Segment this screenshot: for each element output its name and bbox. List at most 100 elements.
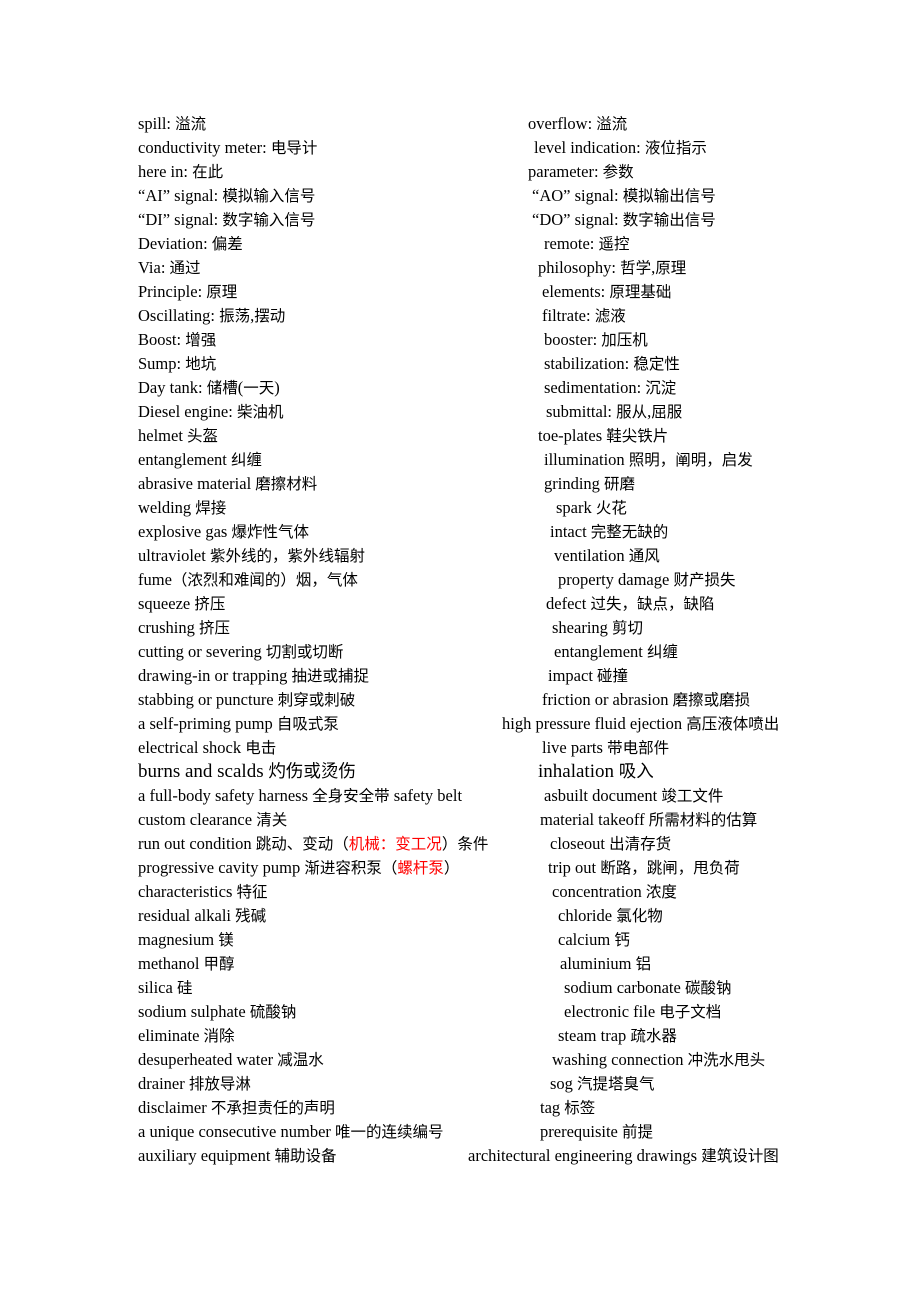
glossary-term-right: stabilization: 稳定性 — [544, 354, 680, 373]
glossary-row: spill: 溢流 overflow: 溢流 — [138, 112, 782, 136]
glossary-term-right: sog 汽提塔臭气 — [550, 1074, 655, 1093]
glossary-term-right: overflow: 溢流 — [528, 114, 628, 133]
glossary-list: spill: 溢流 overflow: 溢流 conductivity meter:… — [138, 112, 782, 1168]
glossary-term-left: abrasive material 磨擦材料 — [138, 474, 318, 493]
glossary-row: electrical shock 电击 live parts 带电部件 — [138, 736, 782, 760]
glossary-term-right: architectural engineering drawings 建筑设计图 — [468, 1146, 779, 1165]
glossary-term-left: Via: 通过 — [138, 258, 201, 277]
glossary-row: cutting or severing 切割或切断 entanglement 纠缠 — [138, 640, 782, 664]
glossary-term-right: property damage 财产损失 — [558, 570, 736, 589]
glossary-term-right: shearing 剪切 — [552, 618, 644, 637]
glossary-term-left: a self-priming pump 自吸式泵 — [138, 714, 339, 733]
glossary-row: characteristics 特征 concentration 浓度 — [138, 880, 782, 904]
glossary-term-right: live parts 带电部件 — [542, 738, 670, 757]
glossary-term-right: steam trap 疏水器 — [558, 1026, 677, 1045]
glossary-term-right: “DO” signal: 数字输出信号 — [532, 210, 716, 229]
glossary-term-right: illumination 照明，阐明，启发 — [544, 450, 753, 469]
glossary-term-left: ultraviolet 紫外线的，紫外线辐射 — [138, 546, 365, 565]
glossary-row: “AI” signal: 模拟输入信号 “AO” signal: 模拟输出信号 — [138, 184, 782, 208]
glossary-row: a self-priming pump 自吸式泵 high pressure fl… — [138, 712, 782, 736]
glossary-term-left: auxiliary equipment 辅助设备 — [138, 1146, 337, 1165]
glossary-term-left: disclaimer 不承担责任的声明 — [138, 1098, 335, 1117]
glossary-term-left: residual alkali 残碱 — [138, 906, 267, 925]
glossary-term-left: welding 焊接 — [138, 498, 227, 517]
glossary-term-right: filtrate: 滤液 — [542, 306, 626, 325]
glossary-term-left: methanol 甲醇 — [138, 954, 235, 973]
glossary-row: custom clearance 清关 material takeoff 所需材料… — [138, 808, 782, 832]
glossary-row: a full-body safety harness 全身安全带 safety … — [138, 784, 782, 808]
glossary-term-left: electrical shock 电击 — [138, 738, 277, 757]
glossary-term-right: “AO” signal: 模拟输出信号 — [532, 186, 716, 205]
glossary-row: stabbing or puncture 刺穿或刺破 friction or ab… — [138, 688, 782, 712]
glossary-row: here in: 在此 parameter: 参数 — [138, 160, 782, 184]
glossary-term-right: sodium carbonate 碳酸钠 — [564, 978, 732, 997]
glossary-term-right: concentration 浓度 — [552, 882, 677, 901]
glossary-term-left: drainer 排放导淋 — [138, 1074, 251, 1093]
glossary-term-left: eliminate 消除 — [138, 1026, 235, 1045]
glossary-row: desuperheated water 减温水 washing connectio… — [138, 1048, 782, 1072]
glossary-term-left: spill: 溢流 — [138, 114, 207, 133]
glossary-row: silica 硅 sodium carbonate 碳酸钠 — [138, 976, 782, 1000]
glossary-term-left: here in: 在此 — [138, 162, 224, 181]
glossary-row: Principle: 原理 elements: 原理基础 — [138, 280, 782, 304]
glossary-row: a unique consecutive number 唯一的连续编号 prere… — [138, 1120, 782, 1144]
glossary-row: fume（浓烈和难闻的）烟，气体 property damage 财产损失 — [138, 568, 782, 592]
document-page: spill: 溢流 overflow: 溢流 conductivity meter:… — [0, 0, 920, 1302]
glossary-term-left: Oscillating: 振荡,摆动 — [138, 306, 286, 325]
glossary-term-right: remote: 遥控 — [544, 234, 630, 253]
glossary-term-right: asbuilt document 竣工文件 — [544, 786, 724, 805]
glossary-term-right: chloride 氯化物 — [558, 906, 663, 925]
glossary-term-right: intact 完整无缺的 — [550, 522, 669, 541]
glossary-term-right: elements: 原理基础 — [542, 282, 672, 301]
glossary-term-left: a full-body safety harness 全身安全带 safety … — [138, 786, 463, 805]
glossary-term-right: electronic file 电子文档 — [564, 1002, 722, 1021]
glossary-term-right: booster: 加压机 — [544, 330, 648, 349]
glossary-term-right: friction or abrasion 磨擦或磨损 — [542, 690, 751, 709]
glossary-term-left: a unique consecutive number 唯一的连续编号 — [138, 1122, 444, 1141]
glossary-row: run out condition 跳动、变动（机械：变工况）条件 closeou… — [138, 832, 782, 856]
glossary-term-right: defect 过失，缺点，缺陷 — [546, 594, 715, 613]
glossary-term-left: explosive gas 爆炸性气体 — [138, 522, 309, 541]
glossary-term-right: sedimentation: 沉淀 — [544, 378, 677, 397]
glossary-term-right: level indication: 液位指示 — [534, 138, 707, 157]
glossary-term-left: fume（浓烈和难闻的）烟，气体 — [138, 570, 358, 589]
glossary-row: helmet 头盔 toe-plates 鞋尖铁片 — [138, 424, 782, 448]
glossary-term-left: desuperheated water 减温水 — [138, 1050, 324, 1069]
glossary-term-left: magnesium 镁 — [138, 930, 234, 949]
glossary-term-left: Principle: 原理 — [138, 282, 238, 301]
glossary-row: Boost: 增强 booster: 加压机 — [138, 328, 782, 352]
glossary-term-left: characteristics 特征 — [138, 882, 268, 901]
glossary-term-left: progressive cavity pump 渐进容积泵（螺杆泵） — [138, 858, 460, 877]
glossary-term-left: Boost: 增强 — [138, 330, 217, 349]
glossary-row: Day tank: 储槽(一天) sedimentation: 沉淀 — [138, 376, 782, 400]
glossary-row: “DI” signal: 数字输入信号 “DO” signal: 数字输出信号 — [138, 208, 782, 232]
glossary-term-right: high pressure fluid ejection 高压液体喷出 — [502, 714, 780, 733]
glossary-term-right: prerequisite 前提 — [540, 1122, 654, 1141]
glossary-term-left: “AI” signal: 模拟输入信号 — [138, 186, 316, 205]
glossary-term-left: crushing 挤压 — [138, 618, 230, 637]
glossary-term-left: conductivity meter: 电导计 — [138, 138, 318, 157]
glossary-row: crushing 挤压 shearing 剪切 — [138, 616, 782, 640]
glossary-row: progressive cavity pump 渐进容积泵（螺杆泵） trip o… — [138, 856, 782, 880]
glossary-term-right: impact 碰撞 — [548, 666, 629, 685]
glossary-term-left: cutting or severing 切割或切断 — [138, 642, 344, 661]
glossary-term-left: run out condition 跳动、变动（机械：变工况）条件 — [138, 834, 489, 853]
glossary-row: burns and scalds 灼伤或烫伤 inhalation 吸入 — [138, 760, 782, 784]
glossary-row: magnesium 镁 calcium 钙 — [138, 928, 782, 952]
glossary-term-right: material takeoff 所需材料的估算 — [540, 810, 758, 829]
glossary-term-left: Day tank: 储槽(一天) — [138, 378, 280, 397]
glossary-term-right: parameter: 参数 — [528, 162, 634, 181]
glossary-row: abrasive material 磨擦材料 grinding 研磨 — [138, 472, 782, 496]
glossary-row: drawing-in or trapping 抽进或捕捉 impact 碰撞 — [138, 664, 782, 688]
glossary-term-right: calcium 钙 — [558, 930, 630, 949]
glossary-term-right: grinding 研磨 — [544, 474, 636, 493]
glossary-row: disclaimer 不承担责任的声明 tag 标签 — [138, 1096, 782, 1120]
glossary-term-left: stabbing or puncture 刺穿或刺破 — [138, 690, 356, 709]
glossary-row: residual alkali 残碱 chloride 氯化物 — [138, 904, 782, 928]
glossary-row: Diesel engine: 柴油机 submittal: 服从,屈服 — [138, 400, 782, 424]
glossary-term-right: entanglement 纠缠 — [554, 642, 679, 661]
glossary-term-left: drawing-in or trapping 抽进或捕捉 — [138, 666, 370, 685]
glossary-row: eliminate 消除 steam trap 疏水器 — [138, 1024, 782, 1048]
glossary-row: explosive gas 爆炸性气体 intact 完整无缺的 — [138, 520, 782, 544]
glossary-row: sodium sulphate 硫酸钠 electronic file 电子文档 — [138, 1000, 782, 1024]
